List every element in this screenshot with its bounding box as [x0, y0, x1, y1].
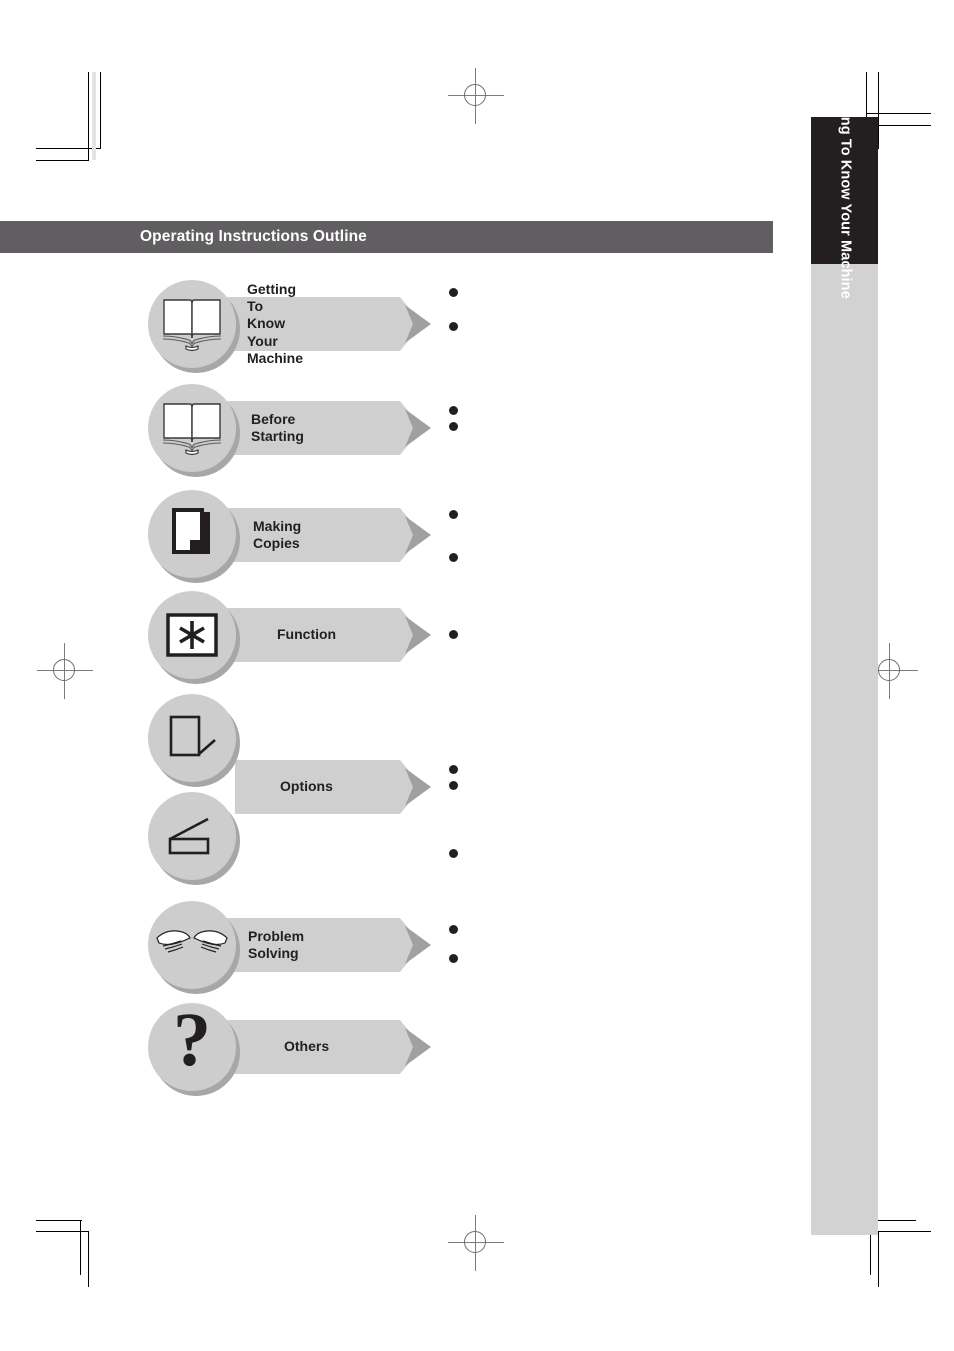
bullet-dot	[449, 422, 458, 431]
bullet-dot	[449, 781, 458, 790]
crop-mark-bottom-left-v1	[80, 1220, 81, 1275]
registration-mark-bottom	[448, 1215, 504, 1271]
crop-mark-top-right-h2	[878, 125, 931, 126]
bullet-dot	[449, 849, 458, 858]
asterisk-key-icon	[148, 591, 236, 679]
svg-text:?: ?	[173, 1011, 211, 1082]
chapter-tab-rail	[811, 264, 878, 1235]
open-book-icon-badge	[148, 384, 236, 472]
bullet-dot	[449, 288, 458, 297]
open-book-icon	[148, 384, 236, 472]
outline-row-label: Problem Solving	[248, 927, 305, 961]
crop-mark-top-left-h2	[36, 160, 89, 161]
outline-row-label: Function	[277, 626, 337, 643]
outline-row-label: Others	[284, 1038, 330, 1055]
bullet-dot	[449, 925, 458, 934]
crop-mark-top-left-guide	[92, 72, 96, 160]
registration-mark-top	[448, 68, 504, 124]
bullet-dot	[449, 322, 458, 331]
crop-mark-bottom-right-h2	[878, 1231, 931, 1232]
bullet-dot	[449, 630, 458, 639]
bullet-dot	[449, 553, 458, 562]
page-title: Operating Instructions Outline	[140, 228, 367, 245]
bullet-dot	[449, 406, 458, 415]
two-hands-icon-badge	[148, 901, 236, 989]
crop-mark-top-left-v1	[88, 72, 89, 160]
open-book-icon-badge	[148, 280, 236, 368]
crop-mark-bottom-right-v2	[878, 1231, 879, 1287]
platen-cover-icon-badge	[148, 792, 236, 880]
chapter-thumb-tab-label: Getting To Know Your Machine	[836, 82, 853, 299]
manual-page: Getting To Know Your Machine Operating I…	[0, 0, 954, 1351]
two-hands-icon	[148, 901, 236, 989]
crop-mark-bottom-left-h2	[36, 1231, 89, 1232]
platen-cover-icon	[148, 792, 236, 880]
outline-row-label: Before Starting	[251, 410, 304, 444]
chapter-thumb-tab[interactable]: Getting To Know Your Machine	[811, 83, 878, 298]
bullet-dot	[449, 510, 458, 519]
copy-page-icon	[148, 490, 236, 578]
crop-mark-bottom-left-h1	[36, 1220, 82, 1221]
question-mark-icon-badge: ?	[148, 1003, 236, 1091]
outline-row-label: Options	[280, 778, 333, 795]
open-book-icon	[148, 280, 236, 368]
bullet-dot	[449, 765, 458, 774]
bullet-dot	[449, 954, 458, 963]
outline-row-label: Getting To Know Your Machine	[247, 281, 304, 366]
paper-tray-icon-badge	[148, 694, 236, 782]
asterisk-key-icon-badge	[148, 591, 236, 679]
outline-row-label: Making Copies	[253, 517, 302, 551]
registration-mark-left	[37, 643, 93, 699]
copy-page-icon-badge	[148, 490, 236, 578]
paper-tray-icon	[148, 694, 236, 782]
crop-mark-bottom-left-v2	[88, 1231, 89, 1287]
crop-mark-top-right-v2	[878, 72, 879, 149]
page-header-band: Operating Instructions Outline	[0, 221, 773, 253]
crop-mark-top-left-v2	[100, 72, 101, 149]
question-mark-icon: ?	[148, 1003, 236, 1091]
crop-mark-top-right-h1	[866, 113, 931, 114]
